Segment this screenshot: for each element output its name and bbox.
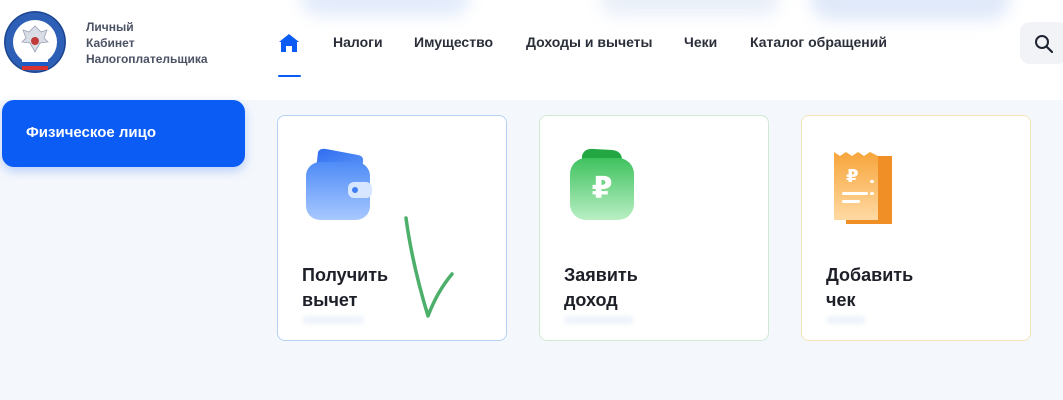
search-icon bbox=[1035, 35, 1054, 54]
wallet-icon bbox=[306, 148, 372, 220]
receipt-icon: ₽ bbox=[834, 152, 892, 224]
top-header: Личный Кабинет Налогоплательщика Налоги … bbox=[0, 0, 1063, 100]
nav-item-requests-catalog[interactable]: Каталог обращений bbox=[750, 34, 887, 50]
card-title-line: чек bbox=[826, 290, 856, 310]
faint-caption bbox=[302, 316, 364, 324]
active-tab-indicator bbox=[278, 75, 301, 77]
person-type-label: Физическое лицо bbox=[26, 124, 157, 141]
brand-line: Налогоплательщика bbox=[86, 52, 208, 66]
card-add-receipt[interactable]: ₽ Добавить чек bbox=[801, 115, 1031, 341]
ruble-wallet-icon: ₽ bbox=[570, 148, 634, 220]
blurred-decoration bbox=[810, 0, 1010, 20]
nav-item-income-deductions[interactable]: Доходы и вычеты bbox=[526, 34, 653, 50]
svg-text:₽: ₽ bbox=[846, 166, 859, 187]
nav-item-taxes[interactable]: Налоги bbox=[333, 34, 383, 50]
brand-line: Личный bbox=[86, 20, 134, 34]
card-get-deduction[interactable]: Получить вычет bbox=[277, 115, 507, 341]
checkmark-annotation bbox=[404, 216, 454, 318]
card-title: Добавить чек bbox=[826, 263, 1016, 313]
blurred-decoration bbox=[300, 0, 470, 16]
card-title-line: Добавить bbox=[826, 265, 914, 285]
search-button[interactable] bbox=[1020, 22, 1063, 64]
fns-logo[interactable] bbox=[2, 8, 68, 76]
faint-caption bbox=[826, 316, 866, 324]
home-icon[interactable] bbox=[278, 32, 300, 54]
card-title-line: доход bbox=[564, 290, 618, 310]
nav-item-receipts[interactable]: Чеки bbox=[684, 34, 717, 50]
card-declare-income[interactable]: ₽ Заявить доход bbox=[539, 115, 769, 341]
card-title: Заявить доход bbox=[564, 263, 754, 313]
blurred-decoration bbox=[600, 0, 780, 16]
brand-line: Кабинет bbox=[86, 36, 135, 50]
person-type-button[interactable]: Физическое лицо bbox=[2, 100, 245, 167]
faint-caption bbox=[564, 316, 634, 324]
nav-item-property[interactable]: Имущество bbox=[414, 34, 493, 50]
svg-text:₽: ₽ bbox=[592, 171, 613, 206]
brand-title: Личный Кабинет Налогоплательщика bbox=[86, 19, 208, 67]
card-title-line: Заявить bbox=[564, 265, 638, 285]
